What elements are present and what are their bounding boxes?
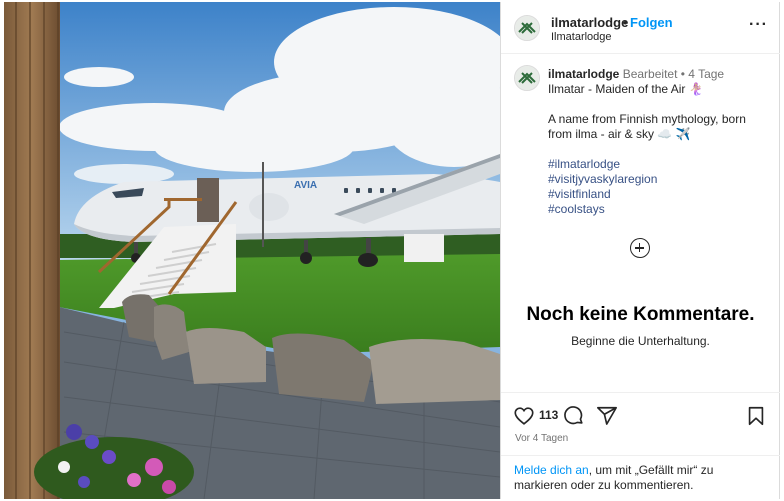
hashtag-link[interactable]: #visitjyvaskylaregion xyxy=(548,172,768,187)
photo-scene: AVIA xyxy=(4,2,500,499)
wooden-wall xyxy=(4,2,60,499)
action-bar: 113 Vor 4 Tagen Melde dich an, um mit „G… xyxy=(501,392,780,499)
no-comments-title: Noch keine Kommentare. xyxy=(526,304,755,325)
header-subtitle[interactable]: Ilmatarlodge xyxy=(551,31,612,43)
post-side-panel: ilmatarlodge • Folgen Ilmatarlodge ··· i… xyxy=(500,2,780,499)
avatar[interactable] xyxy=(514,15,540,41)
header-username[interactable]: ilmatarlodge xyxy=(551,15,628,30)
follow-button[interactable]: Folgen xyxy=(630,15,673,30)
like-count[interactable]: 113 xyxy=(539,408,558,422)
hashtag-link[interactable]: #coolstays xyxy=(548,202,768,217)
bookmark-icon[interactable] xyxy=(745,405,767,427)
no-comments-subtitle: Beginne die Unterhaltung. xyxy=(571,334,710,348)
more-options-icon[interactable]: ··· xyxy=(749,16,768,34)
hashtag-link[interactable]: #visitfinland xyxy=(548,187,768,202)
hashtag-link[interactable]: #ilmatarlodge xyxy=(548,157,768,172)
caption-meta: Bearbeitet • 4 Tage xyxy=(622,67,725,81)
login-prompt: Melde dich an, um mit „Gefällt mir“ zu m… xyxy=(514,463,769,493)
login-link[interactable]: Melde dich an xyxy=(514,463,589,477)
post-timestamp[interactable]: Vor 4 Tagen xyxy=(515,433,568,444)
lodge-logo-icon xyxy=(515,66,539,90)
plane-livery-text: AVIA xyxy=(294,180,317,191)
divider xyxy=(501,455,780,456)
lodge-logo-icon xyxy=(515,16,539,40)
heart-icon[interactable] xyxy=(513,405,535,427)
post-photo[interactable]: AVIA xyxy=(4,2,500,499)
caption-text: Ilmatar - Maiden of the Air 🧜🏼‍♀️ A name… xyxy=(548,82,768,217)
caption-body-line: A name from Finnish mythology, born from… xyxy=(548,112,746,141)
caption-username[interactable]: ilmatarlodge xyxy=(548,67,619,81)
instagram-post: AVIA ilmatarlodge • Folgen Ilmatarlodge … xyxy=(0,0,784,501)
post-header: ilmatarlodge • Folgen Ilmatarlodge ··· xyxy=(501,2,780,54)
caption-avatar[interactable] xyxy=(514,65,540,91)
caption-header-line: ilmatarlodge Bearbeitet • 4 Tage xyxy=(548,67,724,81)
caption-title-line: Ilmatar - Maiden of the Air 🧜🏼‍♀️ xyxy=(548,82,704,96)
comment-icon[interactable] xyxy=(563,405,585,427)
separator-dot: • xyxy=(623,15,628,30)
share-icon[interactable] xyxy=(596,405,618,427)
add-comment-icon[interactable] xyxy=(630,238,650,258)
